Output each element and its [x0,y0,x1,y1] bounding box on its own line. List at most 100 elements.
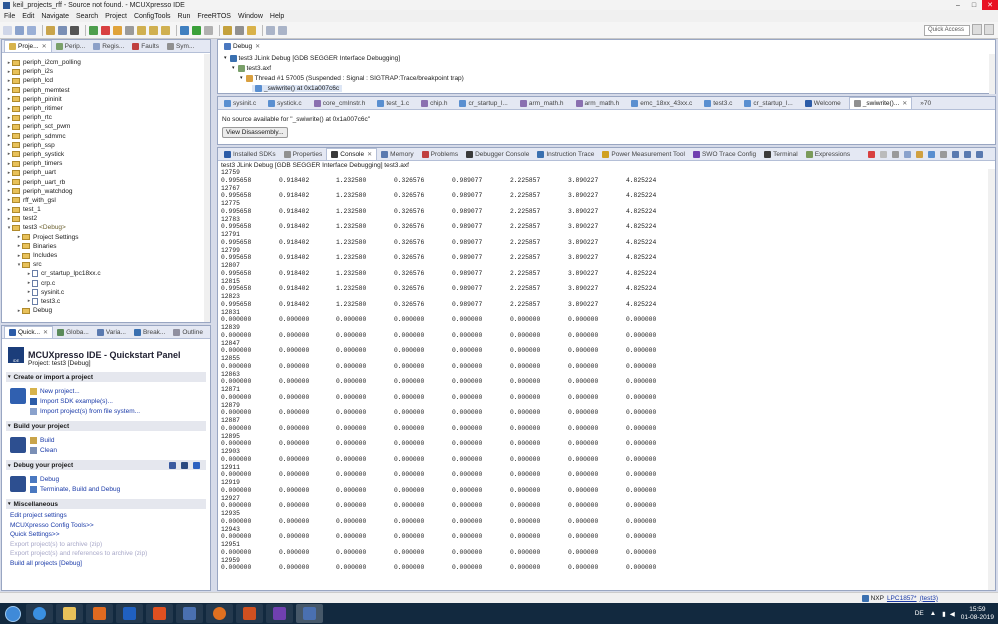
display-console-icon[interactable] [952,150,960,158]
build-icon[interactable] [46,25,55,35]
step-over-icon[interactable] [149,25,158,35]
maximize-icon[interactable]: □ [966,0,982,10]
step-return-icon[interactable] [161,25,170,35]
editor-tab[interactable]: arm_math.h [516,97,568,109]
editor-tab[interactable]: cr_startup_l... [455,97,511,109]
debug-thread[interactable]: ▾ Thread #1 57005 (Suspended : Signal : S… [224,73,995,83]
debug-view-scrollbar[interactable] [989,54,995,94]
tree-item[interactable]: ▸ Debug [2,306,210,315]
perspective-debug-icon[interactable] [972,24,982,35]
tree-item[interactable]: ▸ test2 [2,214,210,223]
close-tab-icon[interactable]: ✕ [902,100,907,107]
editor-tabs-overflow[interactable]: »70 [916,97,935,109]
tab-memory[interactable]: Memory [377,148,417,160]
taskbar-matlab[interactable] [236,604,263,623]
build-link[interactable]: Build [30,435,57,445]
menu-window[interactable]: Window [238,13,263,20]
close-tab-icon[interactable]: ✕ [367,151,372,158]
taskbar-firefox[interactable] [206,604,233,623]
menu-navigate[interactable]: Navigate [41,13,69,20]
debug-frame[interactable]: _swiwrite() at 0x1a007c6c [224,83,995,93]
tree-item[interactable]: ▸ periph_uart [2,168,210,177]
section-debug[interactable]: ▾ Debug your project [6,460,206,470]
tree-item[interactable]: ▸ rff_with_gsl [2,196,210,205]
tab-power-measurement-tool[interactable]: Power Measurement Tool [598,148,689,160]
open-console-icon[interactable] [964,150,972,158]
debug-config-icon[interactable] [169,461,176,469]
view-disassembly-button[interactable]: View Disassembly... [222,127,288,138]
pin-console-icon[interactable] [940,150,948,158]
tab-symbols[interactable]: Sym... [163,40,198,52]
tab-console[interactable]: Console ✕ [326,148,378,160]
target-icon[interactable] [193,461,200,469]
close-icon[interactable]: ✕ [982,0,998,10]
remove-launch-icon[interactable] [880,150,888,158]
tree-item[interactable]: ▸ periph_timers [2,159,210,168]
debug-link[interactable]: Debug [30,474,120,484]
taskbar-visualstudio[interactable] [266,604,293,623]
tree-item[interactable]: ▸ Binaries [2,242,210,251]
menu-search[interactable]: Search [76,13,98,20]
status-project-link[interactable]: (test3) [920,595,938,602]
tab-installed-sdks[interactable]: Installed SDKs [220,148,280,160]
forward-icon[interactable] [278,25,287,35]
editor-tab[interactable]: cr_startup_l... [740,97,796,109]
export-projects-link[interactable]: Export project(s) to archive (zip) [6,540,206,550]
tree-item[interactable]: ▸ test3.c [2,297,210,306]
open-type-icon[interactable] [223,25,232,35]
tab-variables[interactable]: Varia... [93,326,130,338]
step-into-icon[interactable] [137,25,146,35]
save-all-icon[interactable] [27,25,36,35]
export-projects-references-link[interactable]: Export project(s) and references to arch… [6,549,206,559]
config-tools-link[interactable]: MCUXpresso Config Tools>> [6,521,206,531]
tree-item[interactable]: ▸ cr_startup_lpc18xx.c [2,269,210,278]
menu-project[interactable]: Project [105,13,127,20]
minimize-icon[interactable] [976,150,984,158]
editor-tab[interactable]: arm_math.h [572,97,624,109]
tab-swo-trace-config[interactable]: SWO Trace Config [689,148,760,160]
terminate-icon[interactable] [101,25,110,35]
debug-session[interactable]: ▾ test3 JLink Debug [GDB SEGGER Interface… [224,53,995,63]
tab-registers[interactable]: Regis... [89,40,128,52]
tab-quickstart[interactable]: Quick... ✕ [4,326,54,338]
status-chip-link[interactable]: LPC1857* [887,595,917,602]
tree-item[interactable]: ▸ periph_i2s [2,67,210,76]
quick-access-input[interactable]: Quick Access [924,25,970,36]
menu-configtools[interactable]: ConfigTools [134,13,171,20]
settings-icon[interactable] [70,25,79,35]
tab-properties[interactable]: Properties [280,148,327,160]
run-icon[interactable] [192,25,201,35]
taskbar-office[interactable] [146,604,173,623]
network-icon[interactable]: ▮ [942,610,946,618]
tab-debugger-console[interactable]: Debugger Console [462,148,533,160]
tab-expressions[interactable]: Expressions [802,148,854,160]
section-build[interactable]: ▾ Build your project [6,421,206,431]
tab-instruction-trace[interactable]: Instruction Trace [533,148,598,160]
debug-binary[interactable]: ▾ test3.axf [224,63,995,73]
taskbar-media[interactable] [86,604,113,623]
tree-item[interactable]: ▸ test_1 [2,205,210,214]
taskbar-outlook[interactable] [116,604,143,623]
taskbar-mcuxpresso[interactable] [176,604,203,623]
taskbar-explorer[interactable] [56,604,83,623]
tab-debug[interactable]: Debug ✕ [220,40,265,53]
menu-help[interactable]: Help [270,13,284,20]
section-create-import[interactable]: ▾ Create or import a project [6,372,206,382]
section-miscellaneous[interactable]: ▾ Miscellaneous [6,499,206,509]
save-icon[interactable] [15,25,24,35]
tray-arrow-icon[interactable]: ▲ [930,610,936,617]
clean-link[interactable]: Clean [30,445,57,455]
taskbar-mcuxpresso-active[interactable] [296,604,323,623]
tree-item[interactable]: ▸ periph_ritimer [2,104,210,113]
clock[interactable]: 15:59 01-08-2019 [961,606,994,622]
tree-item[interactable]: ▸ periph_ssp [2,141,210,150]
disconnect-icon[interactable] [125,25,134,35]
import-from-filesystem-link[interactable]: Import project(s) from file system... [30,406,140,416]
tree-item[interactable]: ▸ periph_lcd [2,76,210,85]
tree-item[interactable]: ▸ periph_i2cm_polling [2,58,210,67]
perspective-develop-icon[interactable] [984,24,994,35]
tab-global-variables[interactable]: Globa... [53,326,93,338]
editor-tab[interactable]: chip.h [417,97,451,109]
edit-project-settings-link[interactable]: Edit project settings [6,511,206,521]
word-wrap-icon[interactable] [928,150,936,158]
